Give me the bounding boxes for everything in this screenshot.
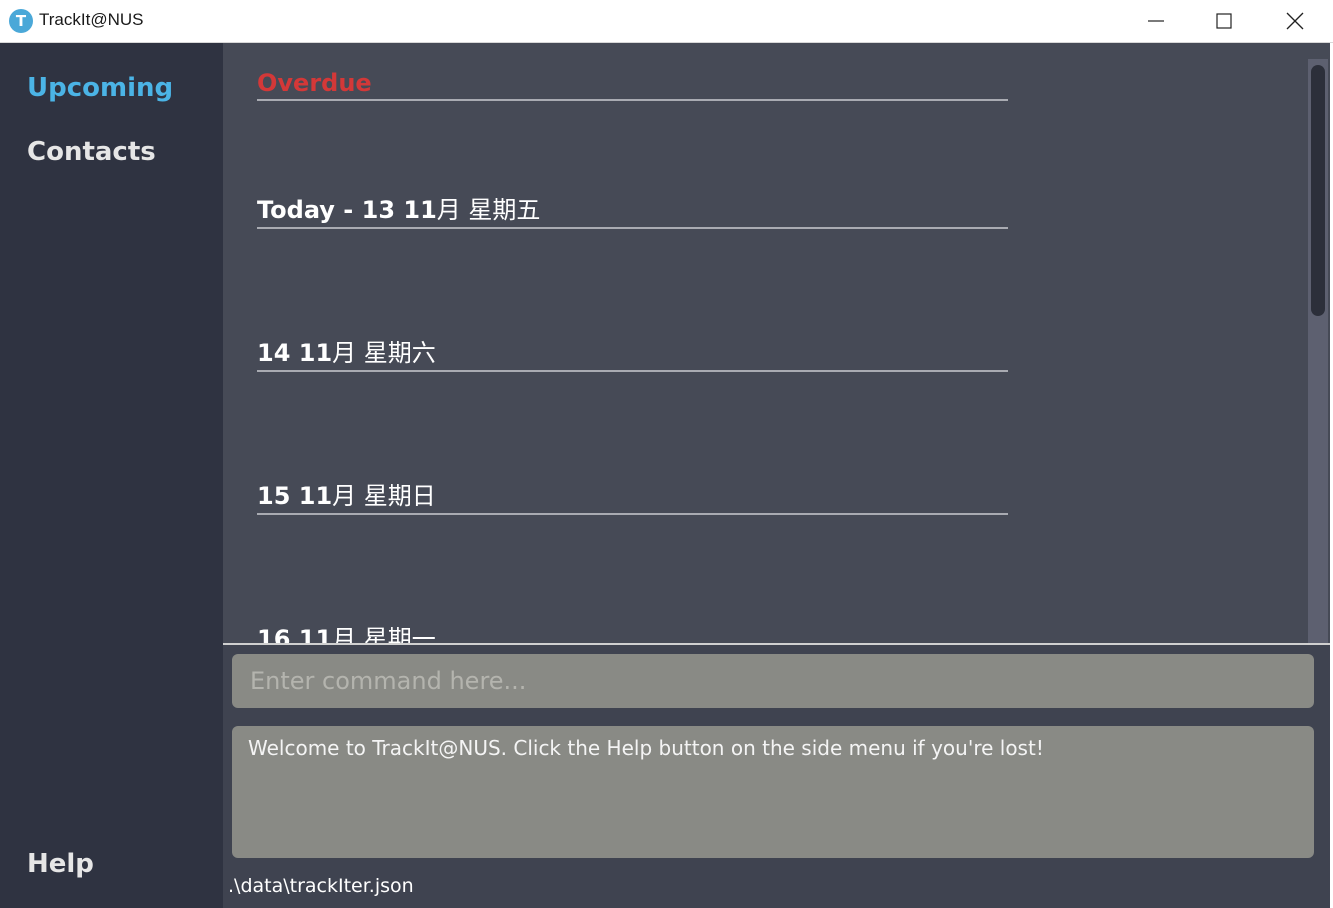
upcoming-list[interactable]: Overdue Today - 13 11月 星期五 14 11月 星期六 15… (223, 43, 1333, 644)
date-label-bold: 15 11 (257, 482, 333, 510)
date-label-rest: 月 星期六 (332, 339, 436, 367)
section-header-overdue: Overdue (257, 69, 1008, 101)
date-label-bold: Today - 13 11 (257, 196, 437, 224)
command-input[interactable] (232, 654, 1314, 708)
status-bar-file-path: .\data\trackIter.json (228, 875, 414, 897)
sidebar-item-upcoming[interactable]: Upcoming (27, 73, 173, 103)
date-label-bold: 16 11 (257, 625, 333, 644)
section-header-date: Today - 13 11月 星期五 (257, 190, 1008, 229)
section-header-date: 15 11月 星期日 (257, 476, 1008, 515)
date-label-bold: 14 11 (257, 339, 333, 367)
minimize-button[interactable] (1121, 0, 1191, 42)
section-header-date: 14 11月 星期六 (257, 333, 1008, 372)
app-logo-icon: T (9, 9, 33, 33)
result-display: Welcome to TrackIt@NUS. Click the Help b… (232, 726, 1314, 858)
section-header-date: 16 11月 星期一 (257, 619, 1008, 644)
maximize-button[interactable] (1189, 0, 1259, 42)
sidebar-item-help[interactable]: Help (27, 849, 94, 879)
scrollbar-thumb[interactable] (1311, 65, 1325, 316)
window-title: TrackIt@NUS (39, 10, 144, 29)
maximize-icon (1216, 13, 1232, 29)
pane-divider[interactable] (223, 643, 1333, 645)
sidebar: Upcoming Contacts Help (0, 43, 223, 908)
date-label-rest: 月 星期日 (332, 482, 436, 510)
close-icon (1286, 12, 1304, 30)
date-label-rest: 月 星期五 (436, 196, 541, 224)
minimize-icon (1148, 20, 1164, 22)
date-label-rest: 月 星期一 (332, 625, 436, 644)
sidebar-item-contacts[interactable]: Contacts (27, 137, 156, 167)
close-button[interactable] (1260, 0, 1330, 42)
title-bar: T TrackIt@NUS (0, 0, 1333, 43)
